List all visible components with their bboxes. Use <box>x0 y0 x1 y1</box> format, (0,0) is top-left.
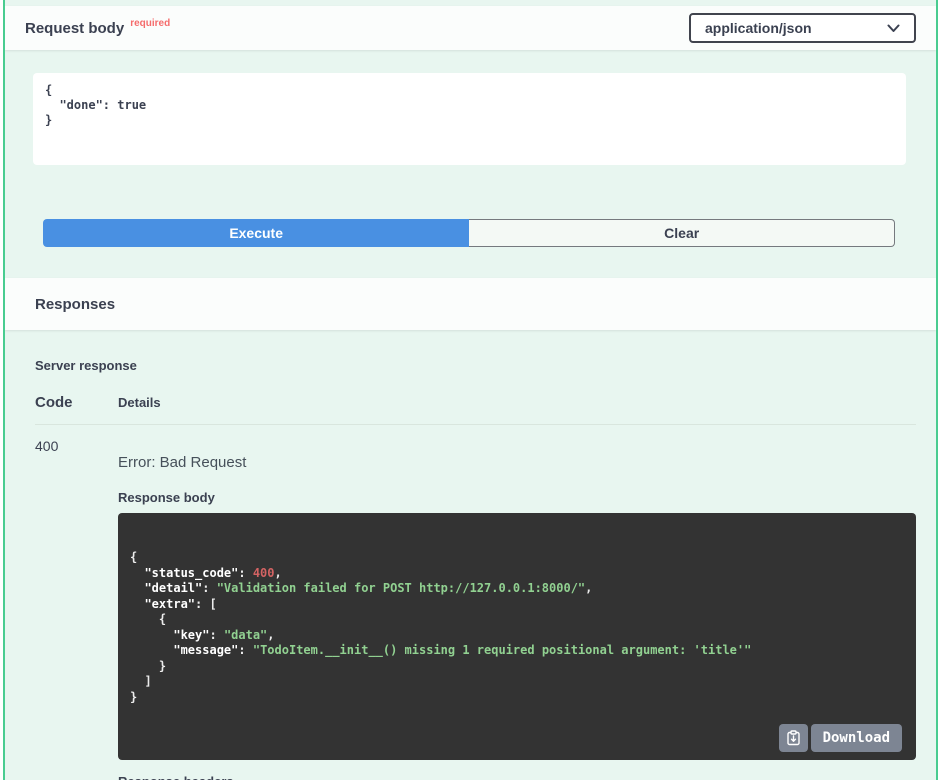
response-table-header: Code Details <box>35 394 916 411</box>
response-body-label: Response body <box>118 490 916 505</box>
clipboard-icon <box>786 730 801 746</box>
execute-wrapper: Execute Clear <box>43 219 895 247</box>
table-divider <box>35 424 916 425</box>
server-response-label: Server response <box>35 358 916 373</box>
request-body-title: Request body <box>25 20 124 37</box>
response-row: 400 Error: Bad Request Response body { "… <box>35 438 916 780</box>
response-status-text: Error: Bad Request <box>118 454 916 471</box>
responses-section-header: Responses <box>5 278 936 330</box>
chevron-down-icon <box>887 24 900 33</box>
request-body-param-area: { "done": true } <box>5 50 936 165</box>
download-button[interactable]: Download <box>811 724 902 752</box>
copy-to-clipboard-button[interactable] <box>779 724 808 752</box>
code-block-actions: Download <box>779 724 902 752</box>
content-type-selected-value: application/json <box>705 20 812 36</box>
opblock-body: Request body required application/json {… <box>3 0 938 780</box>
responses-title: Responses <box>25 296 115 313</box>
clear-button[interactable]: Clear <box>469 219 895 247</box>
request-body-header: Request body required application/json <box>5 6 936 50</box>
response-body-code-block: { "status_code": 400, "detail": "Validat… <box>118 513 916 760</box>
required-badge: required <box>130 18 170 29</box>
responses-inner: Server response Code Details 400 Error: … <box>5 330 936 780</box>
swagger-opblock-screen: Request body required application/json {… <box>0 0 946 780</box>
response-body-json: { "status_code": 400, "detail": "Validat… <box>130 550 906 705</box>
code-column-header: Code <box>35 394 118 411</box>
request-body-editor[interactable]: { "done": true } <box>33 73 906 165</box>
response-status-code: 400 <box>35 438 118 780</box>
response-headers-label: Response headers <box>118 774 916 780</box>
execute-button[interactable]: Execute <box>43 219 469 247</box>
content-type-select[interactable]: application/json <box>689 13 916 43</box>
response-details: Error: Bad Request Response body { "stat… <box>118 438 916 780</box>
details-column-header: Details <box>118 395 161 410</box>
